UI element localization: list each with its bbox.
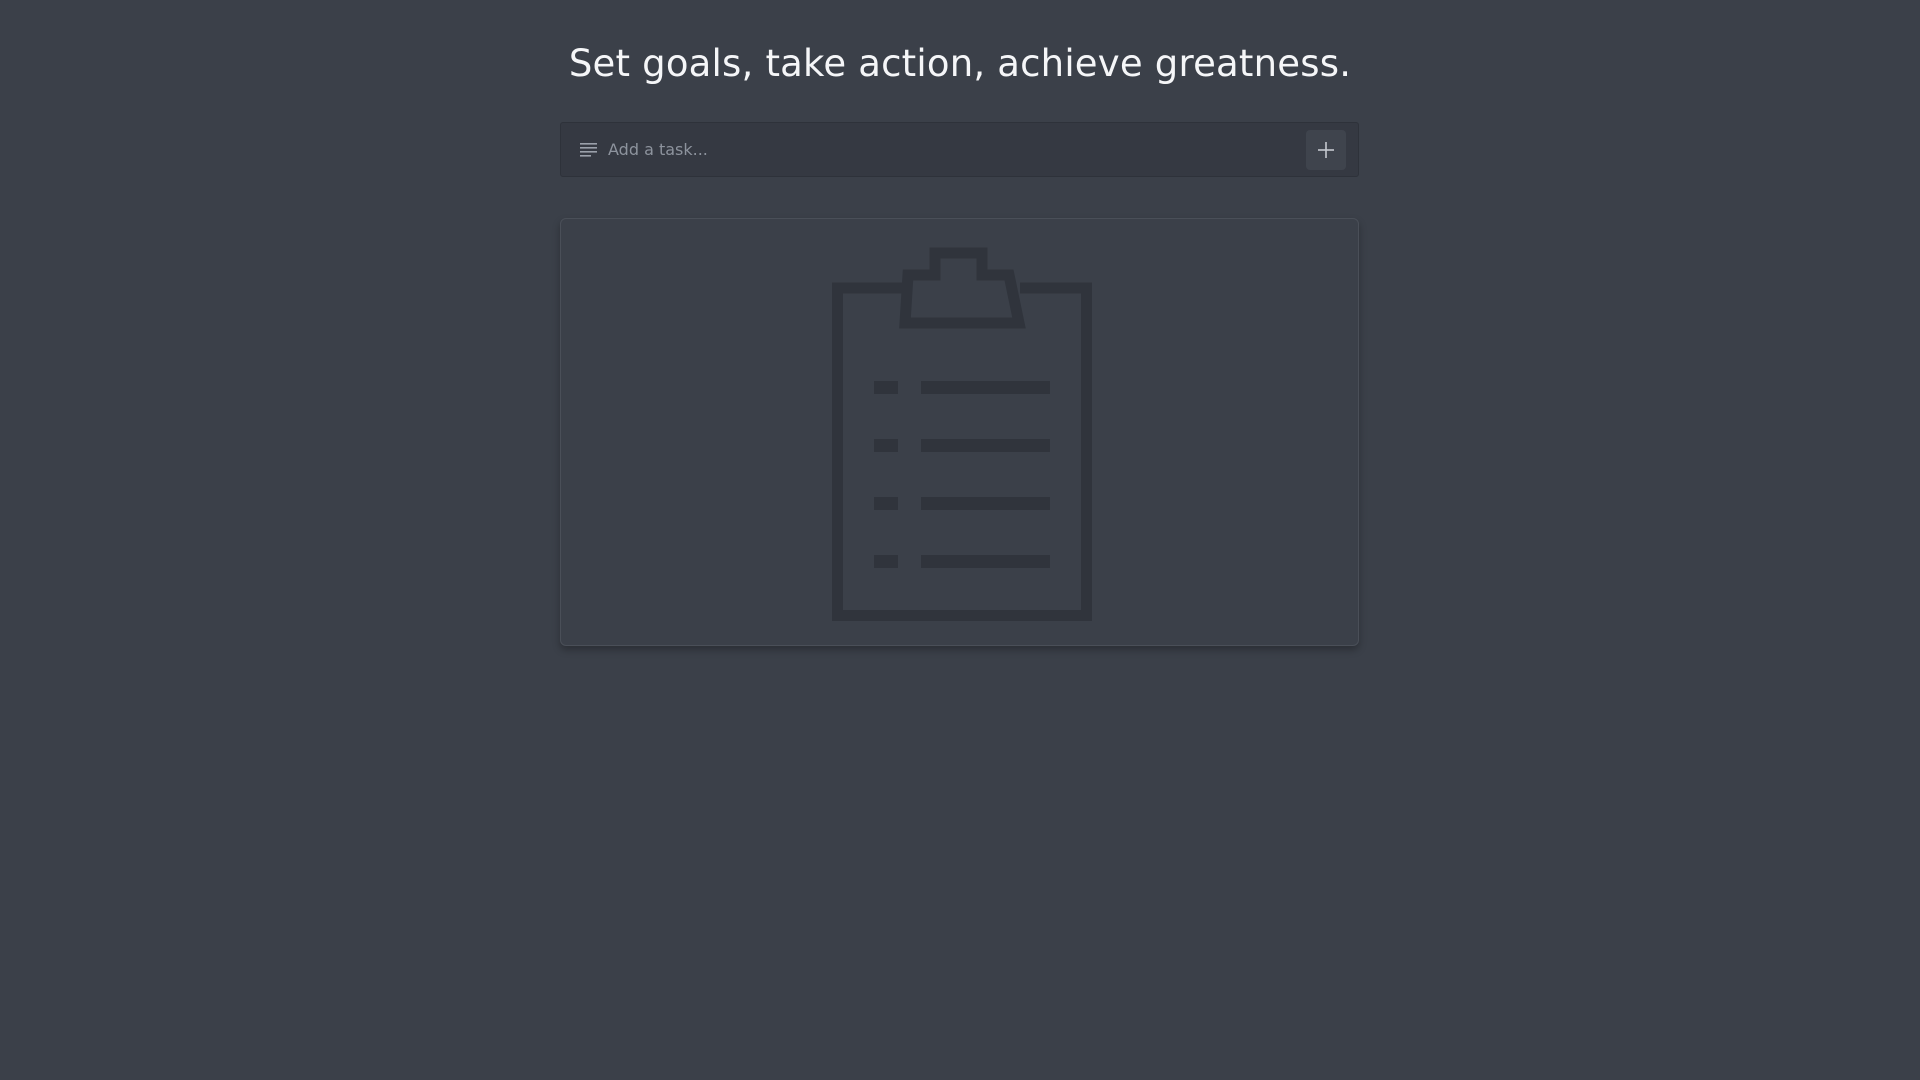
plus-icon bbox=[1318, 141, 1334, 158]
task-input[interactable] bbox=[608, 129, 1306, 170]
add-task-button[interactable] bbox=[1306, 129, 1346, 170]
list-lines-icon bbox=[580, 142, 598, 158]
app-page: Set goals, take action, achieve greatnes… bbox=[0, 0, 1920, 1080]
empty-task-list bbox=[560, 218, 1359, 646]
add-task-bar bbox=[560, 122, 1359, 177]
clipboard-checklist-icon bbox=[827, 247, 1097, 621]
page-title: Set goals, take action, achieve greatnes… bbox=[568, 42, 1352, 85]
